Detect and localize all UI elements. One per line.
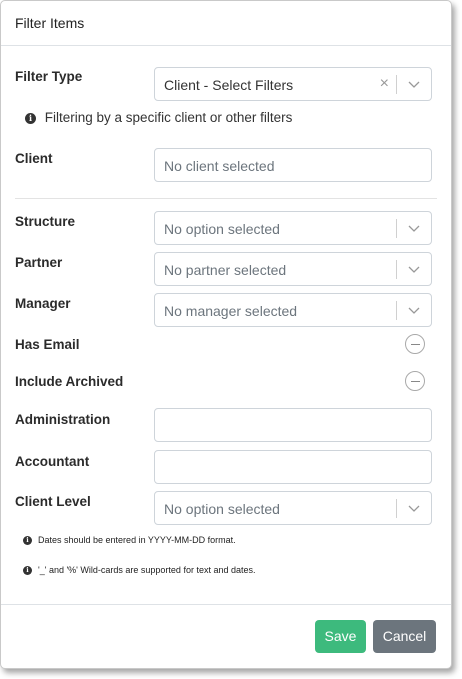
wildcard-note-text: '_' and '%' Wild-cards are supported for… bbox=[38, 565, 256, 575]
partner-label: Partner bbox=[15, 255, 63, 270]
client-input[interactable]: No client selected bbox=[154, 148, 432, 182]
filter-type-value: Client - Select Filters bbox=[164, 77, 294, 93]
chevron-down-icon[interactable] bbox=[407, 264, 421, 274]
divider bbox=[15, 198, 437, 199]
partner-value: No partner selected bbox=[164, 262, 287, 278]
structure-label: Structure bbox=[15, 214, 76, 229]
info-icon: i bbox=[23, 536, 32, 546]
chevron-down-icon[interactable] bbox=[407, 223, 421, 233]
chevron-down-icon[interactable] bbox=[407, 305, 421, 315]
manager-value: No manager selected bbox=[164, 303, 298, 319]
has-email-toggle[interactable] bbox=[405, 334, 425, 354]
administration-label: Administration bbox=[15, 412, 111, 427]
filter-items-dialog: Filter Items Filter Type Client - Select… bbox=[0, 0, 452, 669]
date-format-note: i Dates should be entered in YYYY-MM-DD f… bbox=[23, 535, 236, 546]
chevron-down-icon[interactable] bbox=[407, 79, 421, 89]
info-icon: i bbox=[25, 112, 36, 124]
include-archived-label: Include Archived bbox=[15, 374, 124, 389]
filter-info: i Filtering by a specific client or othe… bbox=[25, 110, 292, 125]
filter-info-text: Filtering by a specific client or other … bbox=[44, 110, 293, 125]
client-level-label: Client Level bbox=[15, 494, 91, 509]
partner-select[interactable]: No partner selected bbox=[154, 252, 432, 286]
date-format-note-text: Dates should be entered in YYYY-MM-DD fo… bbox=[38, 535, 236, 545]
select-separator bbox=[396, 301, 397, 320]
cancel-button[interactable]: Cancel bbox=[373, 620, 436, 653]
structure-select[interactable]: No option selected bbox=[154, 211, 432, 245]
save-button[interactable]: Save bbox=[315, 620, 366, 653]
manager-select[interactable]: No manager selected bbox=[154, 293, 432, 327]
accountant-label: Accountant bbox=[15, 454, 90, 469]
select-separator bbox=[396, 499, 397, 518]
select-separator bbox=[396, 260, 397, 279]
dialog-header: Filter Items bbox=[1, 1, 451, 46]
include-archived-toggle[interactable] bbox=[405, 371, 425, 391]
structure-value: No option selected bbox=[164, 221, 280, 237]
client-placeholder: No client selected bbox=[164, 158, 275, 174]
accountant-input[interactable] bbox=[154, 450, 432, 484]
info-icon: i bbox=[23, 566, 32, 576]
dialog-title: Filter Items bbox=[15, 15, 85, 31]
clear-icon[interactable]: × bbox=[380, 74, 389, 94]
wildcard-note: i '_' and '%' Wild-cards are supported fo… bbox=[23, 565, 256, 576]
footer-divider bbox=[1, 604, 451, 605]
select-separator bbox=[396, 219, 397, 238]
chevron-down-icon[interactable] bbox=[407, 503, 421, 513]
filter-type-label: Filter Type bbox=[15, 69, 83, 84]
has-email-label: Has Email bbox=[15, 337, 80, 352]
client-level-value: No option selected bbox=[164, 501, 280, 517]
administration-input[interactable] bbox=[154, 408, 432, 442]
select-separator bbox=[396, 75, 397, 94]
filter-type-select[interactable]: Client - Select Filters × bbox=[154, 67, 432, 101]
client-label: Client bbox=[15, 151, 53, 166]
client-level-select[interactable]: No option selected bbox=[154, 491, 432, 525]
manager-label: Manager bbox=[15, 296, 71, 311]
